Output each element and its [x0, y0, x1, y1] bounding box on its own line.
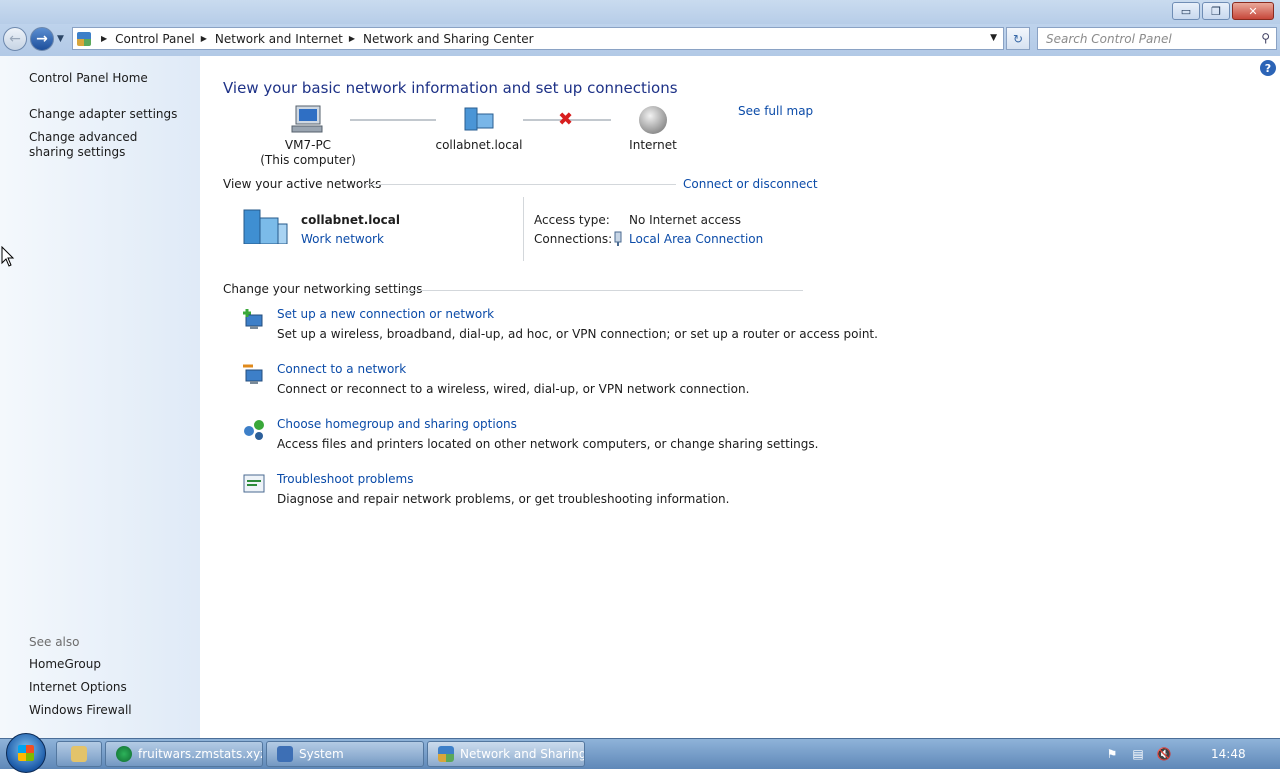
troubleshoot-icon [243, 474, 265, 493]
internet-options-link[interactable]: Internet Options [29, 680, 127, 695]
troubleshoot-problems-description: Diagnose and repair network problems, or… [277, 492, 730, 506]
task-homegroup: Choose homegroup and sharing options Acc… [242, 417, 862, 457]
clock[interactable]: 14:48 [1211, 747, 1246, 761]
network-type-link[interactable]: Work network [301, 232, 384, 246]
internet-node-label[interactable]: Internet [603, 138, 703, 153]
system-icon [277, 746, 293, 762]
homegroup-icon [244, 420, 264, 440]
maximize-button[interactable]: ❐ [1202, 2, 1230, 20]
change-adapter-settings-link[interactable]: Change adapter settings [29, 107, 177, 122]
local-area-connection-link[interactable]: Local Area Connection [629, 232, 763, 246]
network-map: VM7-PC (This computer) collabnet.local ✖… [223, 104, 823, 174]
breadcrumb-network-and-sharing-center[interactable]: Network and Sharing Center [363, 32, 534, 46]
see-also-label: See also [29, 635, 80, 649]
networking-settings-heading: Change your networking settings [223, 282, 423, 296]
task-troubleshoot: Troubleshoot problems Diagnose and repai… [242, 472, 862, 512]
chevron-right-icon[interactable]: ▶ [201, 34, 207, 43]
search-input[interactable]: Search Control Panel ⚲ [1037, 27, 1277, 50]
main-content: ? View your basic network information an… [200, 56, 1280, 738]
homegroup-sharing-link[interactable]: Choose homegroup and sharing options [277, 417, 517, 431]
search-placeholder: Search Control Panel [1046, 31, 1172, 46]
recent-pages-dropdown[interactable]: ▼ [57, 34, 64, 44]
control-panel-home-link[interactable]: Control Panel Home [29, 71, 148, 86]
network-icon[interactable]: ▤ [1131, 747, 1145, 761]
breadcrumb-network-and-internet[interactable]: Network and Internet [215, 32, 343, 46]
connect-or-disconnect-link[interactable]: Connect or disconnect [683, 177, 818, 191]
taskbar-button-system[interactable]: System [266, 741, 424, 767]
windows-firewall-link[interactable]: Windows Firewall [29, 703, 132, 718]
computer-node-label[interactable]: VM7-PC (This computer) [253, 138, 363, 168]
close-button[interactable]: ✕ [1232, 2, 1274, 20]
homegroup-sharing-description: Access files and printers located on oth… [277, 437, 819, 451]
window-controls: ▭ ❐ ✕ [1172, 2, 1274, 20]
control-panel-icon [77, 31, 91, 46]
computer-subtitle: (This computer) [260, 153, 356, 167]
task-connect-network: Connect to a network Connect or reconnec… [242, 362, 862, 402]
navigation-bar: ← → ▼ ▶ Control Panel ▶ Network and Inte… [0, 24, 1280, 56]
control-panel-icon [438, 746, 454, 762]
address-bar[interactable]: ▶ Control Panel ▶ Network and Internet ▶… [72, 27, 1004, 50]
computer-icon [291, 105, 323, 133]
minimize-button[interactable]: ▭ [1172, 2, 1200, 20]
windows-logo-icon [18, 745, 34, 761]
access-type-value: No Internet access [629, 213, 742, 227]
new-connection-icon [243, 309, 263, 329]
chevron-right-icon[interactable]: ▶ [101, 34, 107, 43]
connect-network-icon [243, 364, 263, 384]
divider [365, 184, 676, 185]
active-networks-heading: View your active networks [223, 177, 382, 191]
browser-icon [116, 746, 132, 762]
divider [403, 290, 803, 291]
system-tray: ⚑ ▤ 🔇 [1105, 739, 1172, 769]
sidebar: Control Panel Home Change adapter settin… [0, 56, 200, 738]
network-node-label[interactable]: collabnet.local [429, 138, 529, 153]
connections-label: Connections: [534, 232, 613, 246]
start-button[interactable] [6, 733, 46, 773]
taskbar-button-label: fruitwars.zmstats.xyz ... [138, 747, 263, 761]
refresh-button[interactable]: ↻ [1006, 27, 1030, 50]
internet-globe-icon [639, 106, 667, 134]
mouse-cursor-icon [1, 246, 15, 267]
ethernet-plug-icon [614, 231, 622, 246]
back-button[interactable]: ← [3, 27, 27, 51]
vertical-divider [523, 197, 524, 261]
new-connection-link[interactable]: Set up a new connection or network [277, 307, 494, 321]
help-icon[interactable]: ? [1260, 60, 1276, 76]
computer-name: VM7-PC [284, 138, 332, 152]
taskbar-button-browser[interactable]: fruitwars.zmstats.xyz ... [105, 741, 263, 767]
network-building-icon[interactable] [242, 208, 288, 244]
action-center-flag-icon[interactable]: ⚑ [1105, 747, 1119, 761]
active-network: collabnet.local Work network [242, 208, 542, 248]
new-connection-description: Set up a wireless, broadband, dial-up, a… [277, 327, 878, 341]
homegroup-link[interactable]: HomeGroup [29, 657, 101, 672]
search-icon[interactable]: ⚲ [1261, 31, 1270, 45]
task-new-connection: Set up a new connection or network Set u… [242, 307, 878, 347]
taskbar-button-label: Network and Sharing... [460, 747, 585, 761]
connect-network-description: Connect or reconnect to a wireless, wire… [277, 382, 750, 396]
folder-icon [71, 746, 87, 762]
connection-line [350, 119, 436, 121]
taskbar-button-label: System [299, 747, 344, 761]
connect-network-link[interactable]: Connect to a network [277, 362, 406, 376]
no-connection-x-icon[interactable]: ✖ [558, 109, 573, 130]
explorer-taskbar-button[interactable] [56, 741, 102, 767]
title-bar: ▭ ❐ ✕ [0, 0, 1280, 24]
network-icon [464, 107, 494, 131]
troubleshoot-problems-link[interactable]: Troubleshoot problems [277, 472, 413, 486]
active-network-name: collabnet.local [301, 213, 400, 227]
taskbar-button-network-sharing[interactable]: Network and Sharing... [427, 741, 585, 767]
forward-button[interactable]: → [30, 27, 54, 51]
change-advanced-sharing-settings-link[interactable]: Change advanced sharing settings [29, 130, 179, 160]
address-dropdown-icon[interactable]: ▼ [990, 33, 997, 43]
taskbar: fruitwars.zmstats.xyz ... System Network… [0, 733, 1280, 773]
access-type-label: Access type: [534, 213, 610, 227]
volume-muted-icon[interactable]: 🔇 [1157, 747, 1172, 761]
breadcrumb-control-panel[interactable]: Control Panel [115, 32, 195, 46]
page-title: View your basic network information and … [223, 79, 678, 97]
chevron-right-icon[interactable]: ▶ [349, 34, 355, 43]
